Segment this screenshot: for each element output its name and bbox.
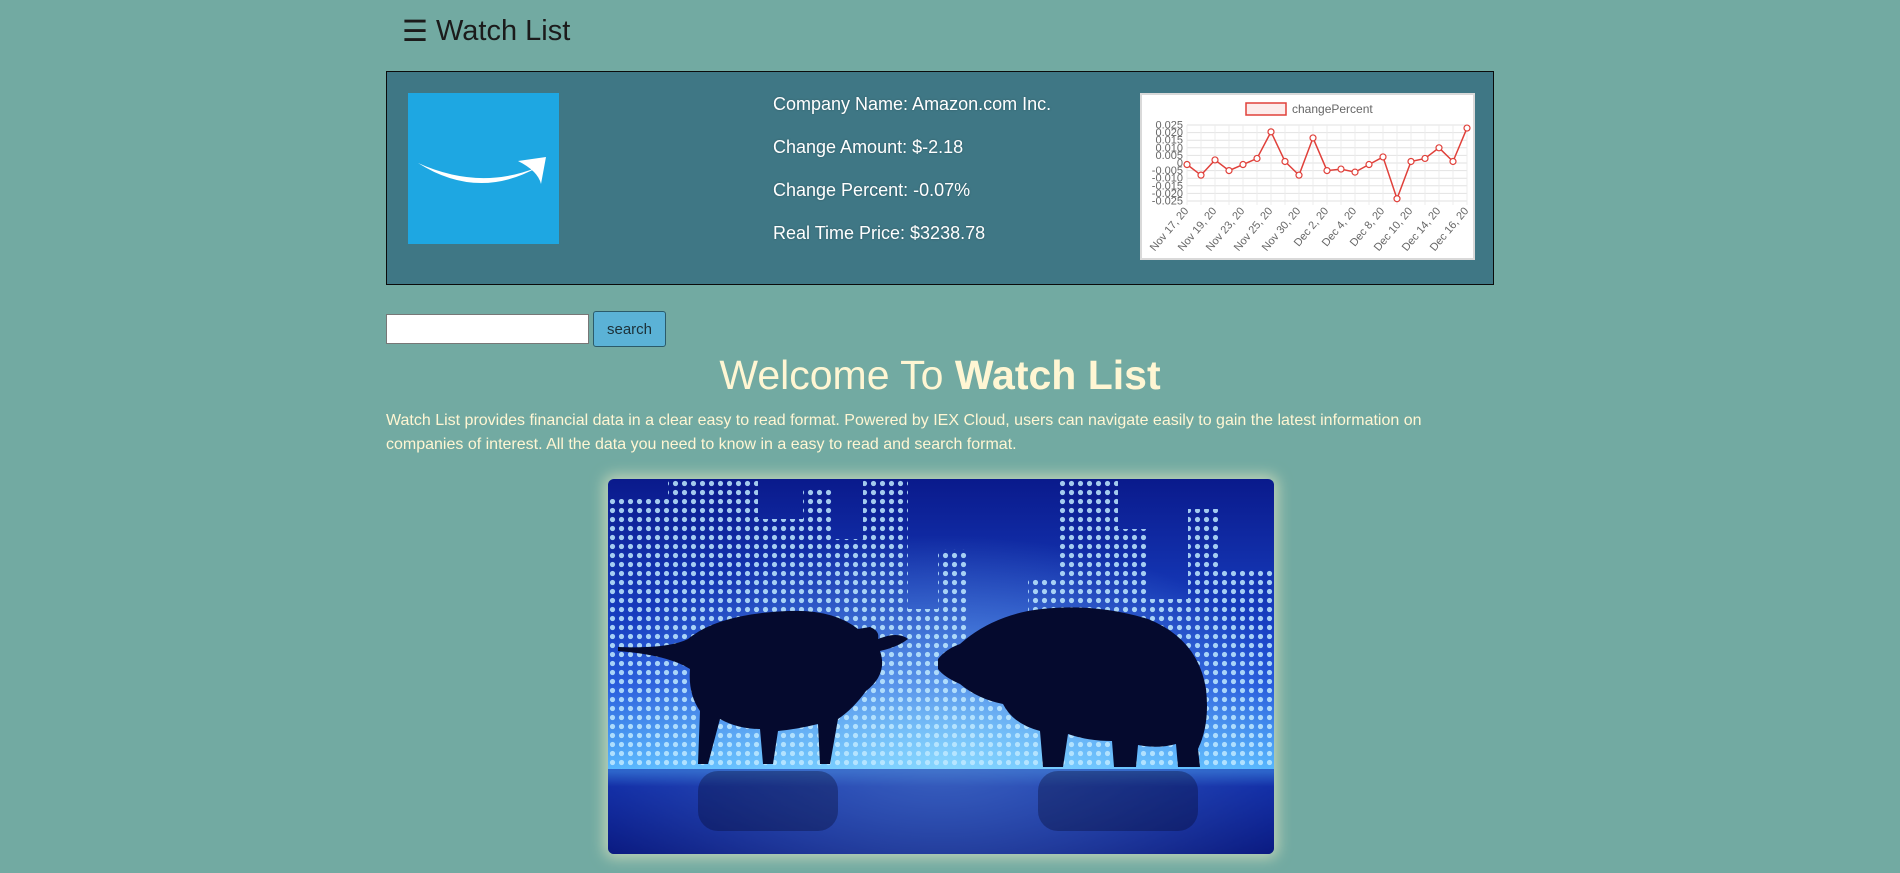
welcome-heading: Welcome To Watch List xyxy=(0,352,1880,399)
data-point xyxy=(1281,157,1289,166)
app-title: Watch List xyxy=(436,15,571,47)
real-time-price: Real Time Price: $3238.78 xyxy=(773,223,986,243)
stock-card: Company Name: Amazon.com Inc. Change Amo… xyxy=(386,71,1494,285)
legend-label: changePercent xyxy=(1292,102,1373,116)
data-point xyxy=(1183,160,1191,169)
data-point xyxy=(1253,154,1261,163)
welcome-brand: Watch List xyxy=(954,352,1161,398)
data-point xyxy=(1337,165,1345,173)
data-point xyxy=(1463,124,1471,132)
search-button[interactable]: search xyxy=(593,311,666,347)
amazon-logo-icon xyxy=(408,93,559,244)
data-point xyxy=(1267,128,1275,136)
search-input[interactable] xyxy=(386,314,589,344)
change-percent: Change Percent: -0.07% xyxy=(773,180,971,200)
welcome-prefix: Welcome To xyxy=(719,352,955,398)
data-point xyxy=(1421,154,1429,163)
hamburger-menu-icon[interactable]: ☰ xyxy=(402,14,428,49)
data-point xyxy=(1365,160,1373,169)
data-point xyxy=(1435,144,1443,152)
data-point xyxy=(1197,171,1205,179)
stock-info: Company Name: Amazon.com Inc. Change Amo… xyxy=(773,94,1051,266)
change-amount: Change Amount: $-2.18 xyxy=(773,137,964,157)
data-point xyxy=(1351,168,1359,176)
description-text: Watch List provides financial data in a … xyxy=(386,412,1422,453)
chart-svg: changePercent0.0250.0200.0150.0100.0050-… xyxy=(1148,102,1471,254)
data-point xyxy=(1309,134,1317,142)
data-point xyxy=(1379,153,1387,161)
data-point xyxy=(1295,171,1303,179)
data-point xyxy=(1323,166,1331,175)
y-tick-label: -0.025 xyxy=(1152,196,1183,208)
company-name: Company Name: Amazon.com Inc. xyxy=(773,94,1052,114)
change-percent-chart: changePercent 0.025 0.020 0.015 0.010 0.005 0-… xyxy=(1140,93,1475,260)
data-point xyxy=(1407,157,1415,166)
data-point xyxy=(1449,157,1457,166)
data-point xyxy=(1211,156,1219,164)
app-header: ☰ Watch List xyxy=(402,14,570,49)
data-point xyxy=(1239,160,1247,169)
data-point xyxy=(1225,166,1233,175)
data-point xyxy=(1393,195,1401,203)
bull-and-bear-image xyxy=(608,479,1274,854)
search-bar: search xyxy=(386,311,666,347)
legend-swatch xyxy=(1245,102,1287,116)
